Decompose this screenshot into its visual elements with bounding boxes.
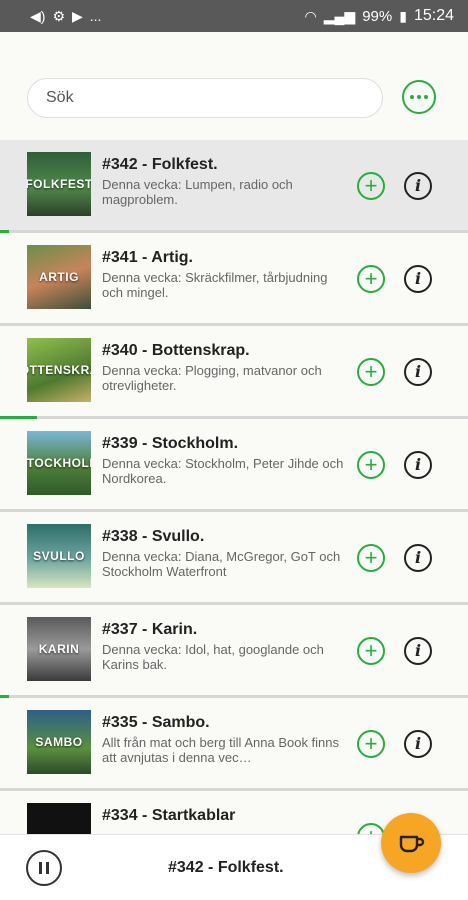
add-icon[interactable]: + bbox=[357, 730, 385, 758]
pause-bar-icon bbox=[39, 862, 42, 874]
episode-cover-image: SVULLO bbox=[27, 524, 91, 588]
status-bar: ◀) ⚙ ▶ ... ◠ ▂▄▆ 99% ▮ 15:24 bbox=[0, 0, 468, 32]
volume-icon: ◀) bbox=[30, 8, 46, 24]
cover-text: BOTTENSKRAP bbox=[27, 363, 91, 377]
cover-text: ARTIG bbox=[39, 270, 79, 284]
episode-row[interactable]: ARTIG #341 - Artig. Denna vecka: Skräckfil… bbox=[0, 233, 468, 326]
signal-icon: ▂▄▆ bbox=[323, 8, 356, 24]
episode-title: #334 - Startkablar bbox=[102, 807, 236, 824]
episode-description: Denna vecka: Plogging, matvanor och otre… bbox=[102, 363, 322, 393]
episode-description: Denna vecka: Idol, hat, googlande och Ka… bbox=[102, 642, 324, 672]
wifi-icon: ◠ bbox=[304, 8, 317, 24]
more-dot-icon bbox=[424, 95, 428, 99]
episode-cover-image: ARTIG bbox=[27, 245, 91, 309]
episode-description: Denna vecka: Skräckfilmer, tårbjudning o… bbox=[102, 270, 328, 300]
add-icon[interactable]: + bbox=[357, 544, 385, 572]
episode-title: #339 - Stockholm. bbox=[102, 435, 239, 452]
episode-title: #337 - Karin. bbox=[102, 621, 198, 638]
episode-cover-image: STOCKHOLM bbox=[27, 431, 91, 495]
more-dot-icon bbox=[410, 95, 414, 99]
episode-title: #340 - Bottenskrap. bbox=[102, 342, 250, 359]
cover-text: SAMBO bbox=[35, 735, 83, 749]
info-icon[interactable]: i bbox=[404, 172, 432, 200]
clock: 15:24 bbox=[413, 7, 454, 24]
more-dot-icon bbox=[417, 95, 421, 99]
app-icon: ⚙ bbox=[52, 8, 65, 24]
episode-cover-image: SAMBO bbox=[27, 710, 91, 774]
info-icon[interactable]: i bbox=[404, 451, 432, 479]
add-icon[interactable]: + bbox=[357, 823, 385, 834]
episode-description: Denna vecka: Stockholm, Peter Jihde och … bbox=[102, 456, 344, 486]
episode-title: #335 - Sambo. bbox=[102, 714, 210, 731]
info-icon[interactable]: i bbox=[404, 730, 432, 758]
battery-icon: ▮ bbox=[399, 8, 407, 24]
episode-cover-image: BOTTENSKRAP bbox=[27, 338, 91, 402]
info-icon[interactable]: i bbox=[404, 265, 432, 293]
battery-percent: 99% bbox=[362, 7, 393, 25]
episode-description: Denna vecka: Diana, McGregor, GoT och St… bbox=[102, 549, 341, 579]
more-options-button[interactable] bbox=[402, 80, 436, 114]
info-icon[interactable]: i bbox=[404, 544, 432, 572]
cover-text: SVULLO bbox=[33, 549, 85, 563]
pause-bar-icon bbox=[46, 862, 49, 874]
episode-cover-image bbox=[27, 803, 91, 834]
cover-text: FOLKFEST bbox=[27, 177, 91, 191]
add-icon[interactable]: + bbox=[357, 172, 385, 200]
info-icon[interactable]: i bbox=[404, 637, 432, 665]
info-icon[interactable]: i bbox=[404, 358, 432, 386]
cover-text: STOCKHOLM bbox=[27, 456, 91, 470]
episode-row[interactable]: BOTTENSKRAP #340 - Bottenskrap. Denna veck… bbox=[0, 326, 468, 419]
episode-description: Allt från mat och berg till Anna Book fi… bbox=[102, 735, 340, 765]
coffee-cup-icon bbox=[399, 835, 425, 853]
now-playing-title[interactable]: #342 - Folkfest. bbox=[168, 859, 284, 877]
episode-cover-image: KARIN bbox=[27, 617, 91, 681]
add-icon[interactable]: + bbox=[357, 451, 385, 479]
add-icon[interactable]: + bbox=[357, 637, 385, 665]
pause-button[interactable] bbox=[26, 850, 62, 886]
episode-title: #342 - Folkfest. bbox=[102, 156, 218, 173]
episode-title: #341 - Artig. bbox=[102, 249, 193, 266]
episode-row[interactable]: SVULLO #338 - Svullo. Denna vecka: Diana, … bbox=[0, 512, 468, 605]
episode-title: #338 - Svullo. bbox=[102, 528, 205, 545]
episode-row[interactable]: KARIN #337 - Karin. Denna vecka: Idol, hat… bbox=[0, 605, 468, 698]
top-bar: Sök bbox=[0, 32, 468, 140]
episode-row[interactable]: FOLKFEST #342 - Folkfest. Denna vecka: Lum… bbox=[0, 140, 468, 233]
episode-list[interactable]: FOLKFEST #342 - Folkfest. Denna vecka: Lum… bbox=[0, 140, 468, 834]
add-icon[interactable]: + bbox=[357, 265, 385, 293]
coffee-button[interactable] bbox=[381, 813, 441, 873]
cover-text: KARIN bbox=[38, 642, 80, 656]
media-icon: ▶ bbox=[72, 8, 83, 24]
notification-overflow: ... bbox=[89, 8, 102, 24]
search-input[interactable]: Sök bbox=[27, 78, 383, 118]
search-placeholder: Sök bbox=[46, 89, 74, 106]
add-icon[interactable]: + bbox=[357, 358, 385, 386]
episode-row[interactable]: STOCKHOLM #339 - Stockholm. Denna vecka: S… bbox=[0, 419, 468, 512]
episode-row[interactable]: SAMBO #335 - Sambo. Allt från mat och berg… bbox=[0, 698, 468, 791]
episode-description: Denna vecka: Lumpen, radio och magproble… bbox=[102, 177, 293, 207]
episode-cover-image: FOLKFEST bbox=[27, 152, 91, 216]
